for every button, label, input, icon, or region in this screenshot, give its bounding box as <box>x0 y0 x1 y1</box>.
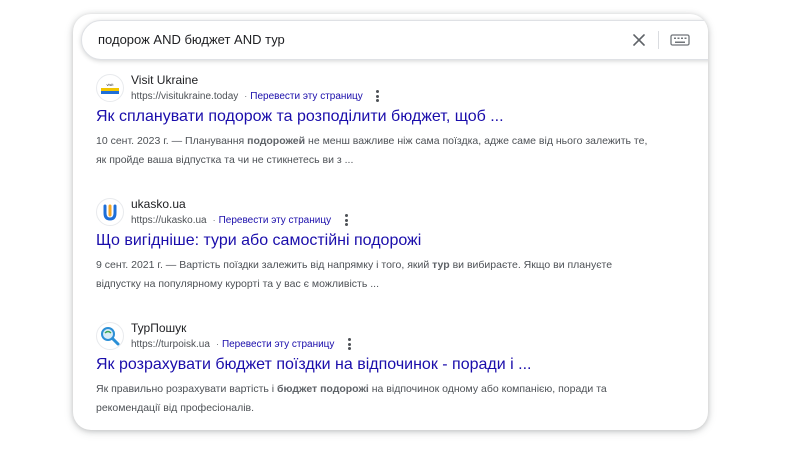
search-bar[interactable]: подорож AND бюджет AND тур <box>81 20 708 60</box>
translate-link[interactable]: Перевести эту страницу <box>250 91 362 102</box>
site-url: https://ukasko.ua <box>131 214 207 226</box>
visit-ukraine-logo: visit <box>101 82 119 94</box>
snippet-text: Як правильно розрахувати вартість і <box>96 383 278 395</box>
result-snippet: 9 сент. 2021 г. — Вартість поїздки залеж… <box>96 256 656 294</box>
site-url: https://visitukraine.today <box>131 90 239 102</box>
visit-ukraine-favicon-icon: visit <box>96 74 124 102</box>
site-url-line: https://turpoisk.ua · Перевести эту стра… <box>131 338 354 350</box>
site-name: ТурПошук <box>131 321 187 335</box>
separator-dot: · <box>212 215 216 225</box>
more-vert-icon[interactable] <box>344 338 354 350</box>
result-site-row[interactable]: ukasko.ua https://ukasko.ua · Перевести … <box>96 196 676 228</box>
result-title-link[interactable]: Як спланувати подорож та розподілити бюд… <box>96 108 676 126</box>
site-name: Visit Ukraine <box>131 73 199 87</box>
result-title-link[interactable]: Як розрахувати бюджет поїздки на відпочи… <box>96 356 676 374</box>
translate-link[interactable]: Перевести эту страницу <box>219 215 331 226</box>
search-result: ukasko.ua https://ukasko.ua · Перевести … <box>96 196 676 294</box>
search-divider <box>658 31 659 49</box>
snippet-highlight: тур <box>432 259 450 271</box>
search-result: visit Visit Ukraine https://visitukraine… <box>96 72 676 170</box>
turpoisk-favicon-icon <box>96 322 124 350</box>
more-vert-icon[interactable] <box>373 90 383 102</box>
ukasko-logo <box>103 204 117 221</box>
keyboard-icon[interactable] <box>670 32 690 48</box>
snippet-highlight: подорожей <box>247 135 306 147</box>
more-vert-icon[interactable] <box>341 214 351 226</box>
site-url-line: https://ukasko.ua · Перевести эту страни… <box>131 214 351 226</box>
snippet-text: Вартість поїздки залежить від напрямку і… <box>176 259 433 271</box>
search-results-card: подорож AND бюджет AND тур visit Visit U… <box>73 14 708 430</box>
search-input[interactable]: подорож AND бюджет AND тур <box>98 21 285 59</box>
svg-text:visit: visit <box>107 82 115 87</box>
snippet-date: 9 сент. 2021 г. — <box>96 259 177 271</box>
result-snippet: 10 сент. 2023 г. — Планування подорожей … <box>96 132 656 170</box>
separator-dot: · <box>215 339 219 349</box>
result-site-row[interactable]: visit Visit Ukraine https://visitukraine… <box>96 72 676 104</box>
search-result: ТурПошук https://turpoisk.ua · Перевести… <box>96 320 676 418</box>
snippet-date: 10 сент. 2023 г. — <box>96 135 183 147</box>
result-title-link[interactable]: Що вигідніше: тури або самостійні подоро… <box>96 232 676 250</box>
snippet-highlight: бюджет подорожі <box>277 383 369 395</box>
site-url-line: https://visitukraine.today · Перевести э… <box>131 90 383 102</box>
site-url: https://turpoisk.ua <box>131 338 210 350</box>
ukasko-favicon-icon <box>96 198 124 226</box>
result-site-row[interactable]: ТурПошук https://turpoisk.ua · Перевести… <box>96 320 676 352</box>
snippet-text: Планування <box>182 135 248 147</box>
close-icon[interactable] <box>630 31 648 49</box>
site-name: ukasko.ua <box>131 197 186 211</box>
separator-dot: · <box>244 91 248 101</box>
turpoisk-logo <box>101 327 120 346</box>
result-snippet: Як правильно розрахувати вартість і бюдж… <box>96 380 656 418</box>
translate-link[interactable]: Перевести эту страницу <box>222 339 334 350</box>
